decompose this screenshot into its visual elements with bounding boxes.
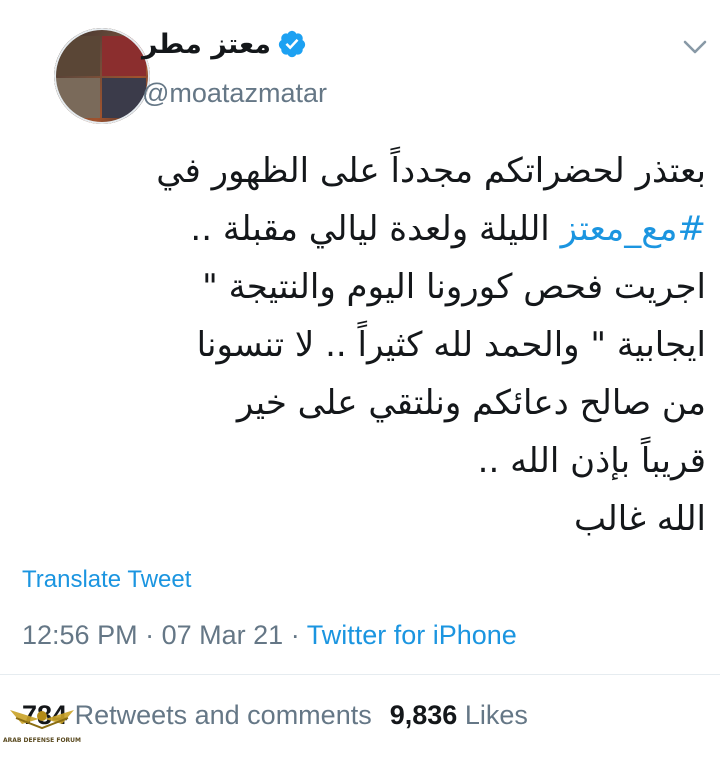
tweet-text-fragment: بعتذر لحضراتكم مجدداً على الظهور في — [156, 151, 706, 191]
hashtag-link[interactable]: #مع_معتز — [561, 209, 706, 249]
tweet-stats: 784 Retweets and comments9,836 Likes — [22, 700, 528, 731]
tweet-text-line: بعتذر لحضراتكم مجدداً على الظهور في — [16, 142, 706, 200]
tweet-text-line: الله غالب — [16, 490, 706, 548]
avatar[interactable] — [54, 28, 150, 124]
likes-label: Likes — [464, 700, 528, 730]
tweet-text-fragment: ايجابية " والحمد لله كثيراً .. لا تنسونا — [196, 325, 706, 365]
tweet-text-line: من صالح دعائكم ونلتقي على خير — [16, 374, 706, 432]
tweet-text-fragment: من صالح دعائكم ونلتقي على خير — [236, 383, 706, 423]
meta-separator: · — [290, 620, 300, 650]
name-row[interactable]: معتز مطر — [142, 24, 307, 64]
tweet-text-line: #مع_معتز الليلة ولعدة ليالي مقبلة .. — [16, 200, 706, 258]
tweet-date[interactable]: 07 Mar 21 — [162, 620, 284, 650]
tweet-text-line: ايجابية " والحمد لله كثيراً .. لا تنسونا — [16, 316, 706, 374]
divider — [0, 674, 720, 675]
likes-stat[interactable]: 9,836 Likes — [390, 700, 528, 730]
tweet-meta: 12:56 PM · 07 Mar 21 · Twitter for iPhon… — [22, 620, 517, 651]
watermark-logo: ARAB DEFENSE FORUM — [3, 710, 81, 744]
tweet-text-line: قريباً بإذن الله .. — [16, 432, 706, 490]
tweet-source-link[interactable]: Twitter for iPhone — [307, 620, 517, 650]
svg-text:ARAB DEFENSE FORUM: ARAB DEFENSE FORUM — [3, 737, 81, 744]
tweet-header: معتز مطر @moatazmatar — [0, 0, 720, 130]
tweet-text-line: اجريت فحص كورونا اليوم والنتيجة " — [16, 258, 706, 316]
tweet-text-fragment: اجريت فحص كورونا اليوم والنتيجة " — [202, 267, 706, 307]
chevron-down-icon[interactable] — [682, 38, 708, 56]
tweet-text-fragment: الليلة ولعدة ليالي مقبلة .. — [190, 209, 561, 249]
tweet-text: بعتذر لحضراتكم مجدداً على الظهور في #مع_… — [16, 142, 706, 548]
tweet-text-fragment: الله غالب — [574, 499, 706, 539]
retweets-label: Retweets and comments — [74, 700, 372, 730]
avatar-ring — [54, 28, 150, 124]
display-name[interactable]: معتز مطر — [142, 29, 271, 60]
verified-badge-icon — [278, 30, 306, 58]
tweet-time[interactable]: 12:56 PM — [22, 620, 138, 650]
meta-separator: · — [145, 620, 155, 650]
tweet-text-fragment: قريباً بإذن الله .. — [477, 441, 706, 481]
translate-tweet-link[interactable]: Translate Tweet — [22, 566, 191, 594]
user-handle[interactable]: @moatazmatar — [142, 78, 327, 109]
likes-count: 9,836 — [389, 700, 458, 730]
